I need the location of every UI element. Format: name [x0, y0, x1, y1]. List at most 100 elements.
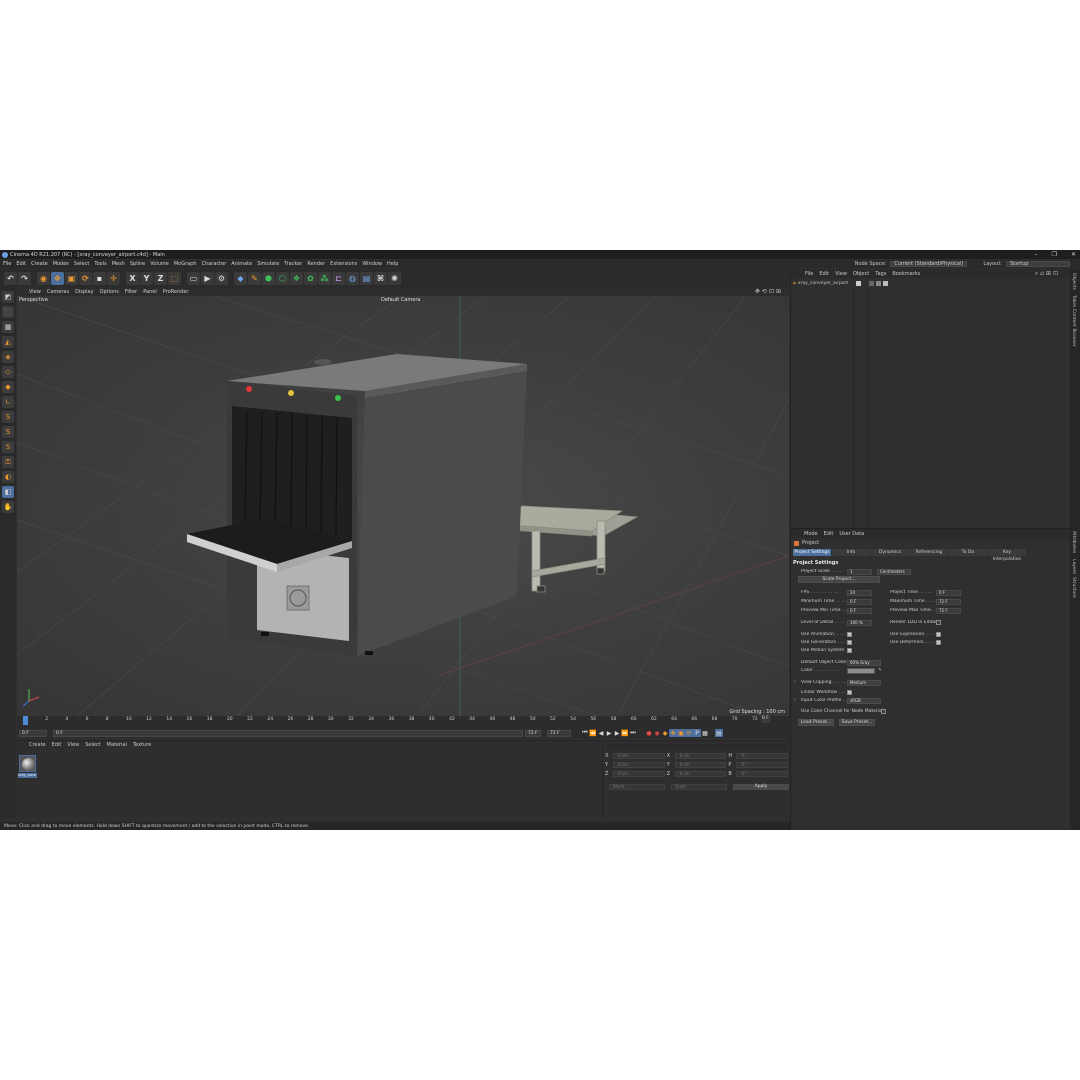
menu-tools[interactable]: Tools: [94, 261, 106, 267]
viewport-menu-view[interactable]: View: [29, 289, 41, 295]
tab-to-do[interactable]: To Do: [949, 549, 987, 556]
redo-icon[interactable]: ↷: [18, 272, 31, 285]
lod-field[interactable]: 100 %: [847, 619, 872, 626]
node-space-dropdown[interactable]: Current (Standard/Physical): [890, 261, 968, 267]
menu-render[interactable]: Render: [307, 261, 325, 267]
preview-max-field[interactable]: 72 F: [936, 607, 961, 614]
light-icon[interactable]: ✺: [388, 272, 401, 285]
size-mode-dropdown[interactable]: Scale: [671, 784, 727, 790]
menu-spline[interactable]: Spline: [130, 261, 145, 267]
position-key-icon[interactable]: ✥: [669, 729, 677, 737]
step-back-icon[interactable]: ◀: [597, 729, 605, 737]
eyedropper-icon[interactable]: ✎: [878, 668, 882, 673]
scale-project-button[interactable]: Scale Project...: [798, 576, 880, 583]
load-preset-button[interactable]: Load Preset...: [798, 719, 834, 726]
polygons-mode-icon[interactable]: ◆: [2, 381, 14, 393]
next-key-icon[interactable]: ⏩: [621, 729, 629, 737]
use-deformers-checkbox[interactable]: ✓: [936, 640, 941, 645]
menu-volume[interactable]: Volume: [150, 261, 169, 267]
go-to-start-icon[interactable]: ⏮: [581, 729, 589, 737]
model-mode-icon[interactable]: ⬛: [2, 306, 14, 318]
menu-character[interactable]: Character: [202, 261, 227, 267]
material-menu-edit[interactable]: Edit: [52, 742, 62, 748]
view-clipping-dropdown[interactable]: Medium: [847, 679, 881, 686]
viewport-menu-cameras[interactable]: Cameras: [47, 289, 69, 295]
material-tag-icon[interactable]: [875, 281, 881, 286]
render-view-icon[interactable]: ▶: [201, 272, 214, 285]
menu-tracker[interactable]: Tracker: [284, 261, 302, 267]
snap-icon[interactable]: S: [2, 411, 14, 423]
project-scale-unit-dropdown[interactable]: Centimeters: [877, 568, 911, 575]
coordinate-system-icon[interactable]: ⬚: [168, 272, 181, 285]
size-y-field[interactable]: 0 cm: [674, 762, 727, 768]
field-icon[interactable]: ⁂: [318, 272, 331, 285]
volume-builder-icon[interactable]: ❖: [290, 272, 303, 285]
checker-tag-icon[interactable]: [868, 281, 874, 286]
preview-min-field[interactable]: 0 F: [847, 607, 872, 614]
end-frame-field[interactable]: 72 F: [525, 729, 541, 737]
environment-icon[interactable]: ◍: [346, 272, 359, 285]
attr-menu-mode[interactable]: Mode: [804, 531, 818, 537]
go-to-end-icon[interactable]: ⏭: [629, 729, 637, 737]
viewport-menu-filter[interactable]: Filter: [125, 289, 137, 295]
playhead[interactable]: [23, 716, 28, 725]
world-axis-icon[interactable]: ✛: [107, 272, 120, 285]
tab-takes[interactable]: Takes: [1071, 295, 1076, 307]
subdivision-generator-icon[interactable]: ⬢: [262, 272, 275, 285]
rotation-key-icon[interactable]: ⟳: [685, 729, 693, 737]
menu-file[interactable]: File: [3, 261, 11, 267]
pos-z-field[interactable]: 0 cm: [612, 771, 665, 777]
object-menu-view[interactable]: View: [835, 271, 847, 277]
use-motion-checkbox[interactable]: ✓: [847, 648, 852, 653]
object-menu-bookmarks[interactable]: Bookmarks: [892, 271, 920, 277]
tweak-mode-icon[interactable]: ✋: [2, 501, 14, 513]
input-profile-expand-icon[interactable]: ›: [794, 697, 796, 703]
quantize-icon[interactable]: S: [2, 441, 14, 453]
coordinate-mode-dropdown[interactable]: World: [609, 784, 665, 790]
viewport-menu-display[interactable]: Display: [75, 289, 93, 295]
menu-select[interactable]: Select: [74, 261, 89, 267]
points-mode-icon[interactable]: ◈: [2, 351, 14, 363]
start-frame-field[interactable]: 0 F: [19, 729, 47, 737]
save-preset-button[interactable]: Save Preset...: [839, 719, 875, 726]
linear-workflow-checkbox[interactable]: ✓: [847, 690, 852, 695]
use-expression-checkbox[interactable]: ✓: [936, 632, 941, 637]
viewport-menu-options[interactable]: Options: [100, 289, 119, 295]
project-scale-field[interactable]: 1: [847, 568, 872, 575]
camera-object-icon[interactable]: ▤: [360, 272, 373, 285]
step-forward-icon[interactable]: ▶: [613, 729, 621, 737]
fps-field[interactable]: 24: [847, 589, 872, 596]
pos-y-field[interactable]: 0 cm: [612, 762, 665, 768]
preview-end-field[interactable]: 72 F: [547, 729, 571, 737]
record-keys-icon[interactable]: ●: [645, 729, 653, 737]
parameter-key-icon[interactable]: P: [693, 729, 701, 737]
x-axis-button[interactable]: X: [126, 272, 139, 285]
object-menu-object[interactable]: Object: [853, 271, 869, 277]
maximize-button[interactable]: ❐: [1052, 251, 1057, 258]
menu-help[interactable]: Help: [387, 261, 398, 267]
object-row[interactable]: ⌗ xray_conveyer_airport: [793, 280, 1069, 287]
size-x-field[interactable]: 0 cm: [674, 753, 727, 759]
cube-object-icon[interactable]: ◆: [234, 272, 247, 285]
object-name[interactable]: xray_conveyer_airport: [798, 281, 854, 286]
rot-b-field[interactable]: 0 °: [736, 771, 789, 777]
size-z-field[interactable]: 0 cm: [674, 771, 727, 777]
lock-workplane-icon[interactable]: ⚿: [2, 456, 14, 468]
color-swatch[interactable]: [847, 667, 875, 674]
menu-edit[interactable]: Edit: [16, 261, 26, 267]
material-menu-material[interactable]: Material: [107, 742, 127, 748]
tab-dynamics[interactable]: Dynamics: [871, 549, 909, 556]
tab-objects[interactable]: Objects: [1071, 273, 1076, 290]
rot-p-field[interactable]: 0 °: [736, 762, 789, 768]
timeline-settings-icon[interactable]: ▤: [715, 729, 723, 737]
material-name-label[interactable]: xray_conv: [18, 773, 37, 778]
visibility-icon[interactable]: [855, 281, 861, 286]
y-axis-button[interactable]: Y: [140, 272, 153, 285]
color-channel-checkbox[interactable]: [881, 709, 886, 714]
texture-tag-icon[interactable]: [882, 281, 888, 286]
keyframe-selection-icon[interactable]: ◆: [661, 729, 669, 737]
menu-create[interactable]: Create: [31, 261, 48, 267]
project-time-field[interactable]: 0 F: [936, 589, 961, 596]
tab-project-settings[interactable]: Project Settings: [793, 549, 831, 556]
previous-key-icon[interactable]: ⏪: [589, 729, 597, 737]
